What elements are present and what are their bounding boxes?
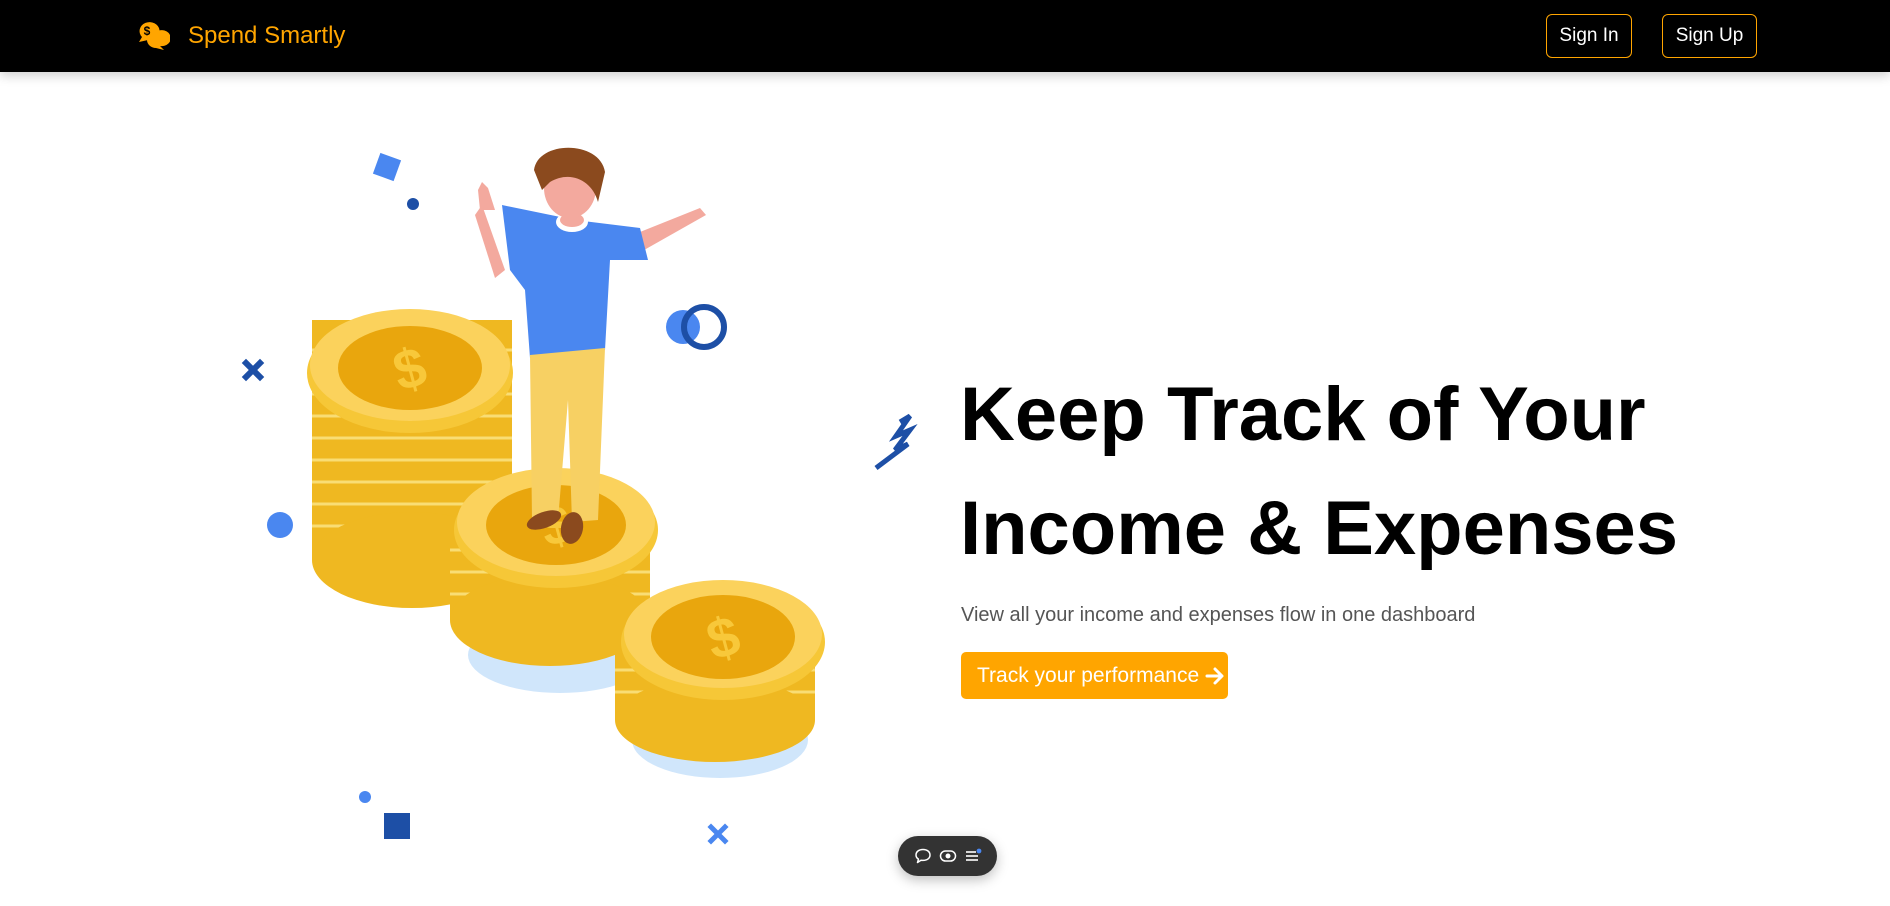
coins-illustration: $ $ $ — [241, 147, 918, 845]
cta-label: Track your performance — [977, 663, 1200, 687]
arrow-right-icon — [1205, 667, 1224, 684]
chat-coins-icon: $ — [139, 22, 170, 50]
eye-icon — [939, 850, 956, 862]
sign-in-button[interactable]: Sign In — [1546, 14, 1632, 58]
comment-button[interactable] — [913, 846, 933, 866]
hero-subtitle: View all your income and expenses flow i… — [961, 604, 1476, 626]
hero-title: Keep Track of Your Income & Expenses — [960, 358, 1860, 586]
hero-title-line-1: Keep Track of Your — [960, 372, 1646, 457]
preview-button[interactable] — [938, 846, 958, 866]
floating-toolbar — [898, 836, 997, 876]
comment-icon — [914, 848, 931, 864]
sign-up-button[interactable]: Sign Up — [1662, 14, 1757, 58]
list-icon — [965, 848, 981, 861]
brand-link[interactable]: $ Spend Smartly — [134, 18, 345, 54]
hero-title-line-2: Income & Expenses — [960, 486, 1679, 571]
brand-name: Spend Smartly — [188, 22, 346, 49]
track-performance-button[interactable]: Track your performance — [961, 652, 1228, 699]
menu-button[interactable] — [963, 846, 983, 866]
coin-stack-right: $ — [615, 580, 825, 762]
navbar: $ Spend Smartly Sign In Sign Up — [0, 0, 1890, 72]
